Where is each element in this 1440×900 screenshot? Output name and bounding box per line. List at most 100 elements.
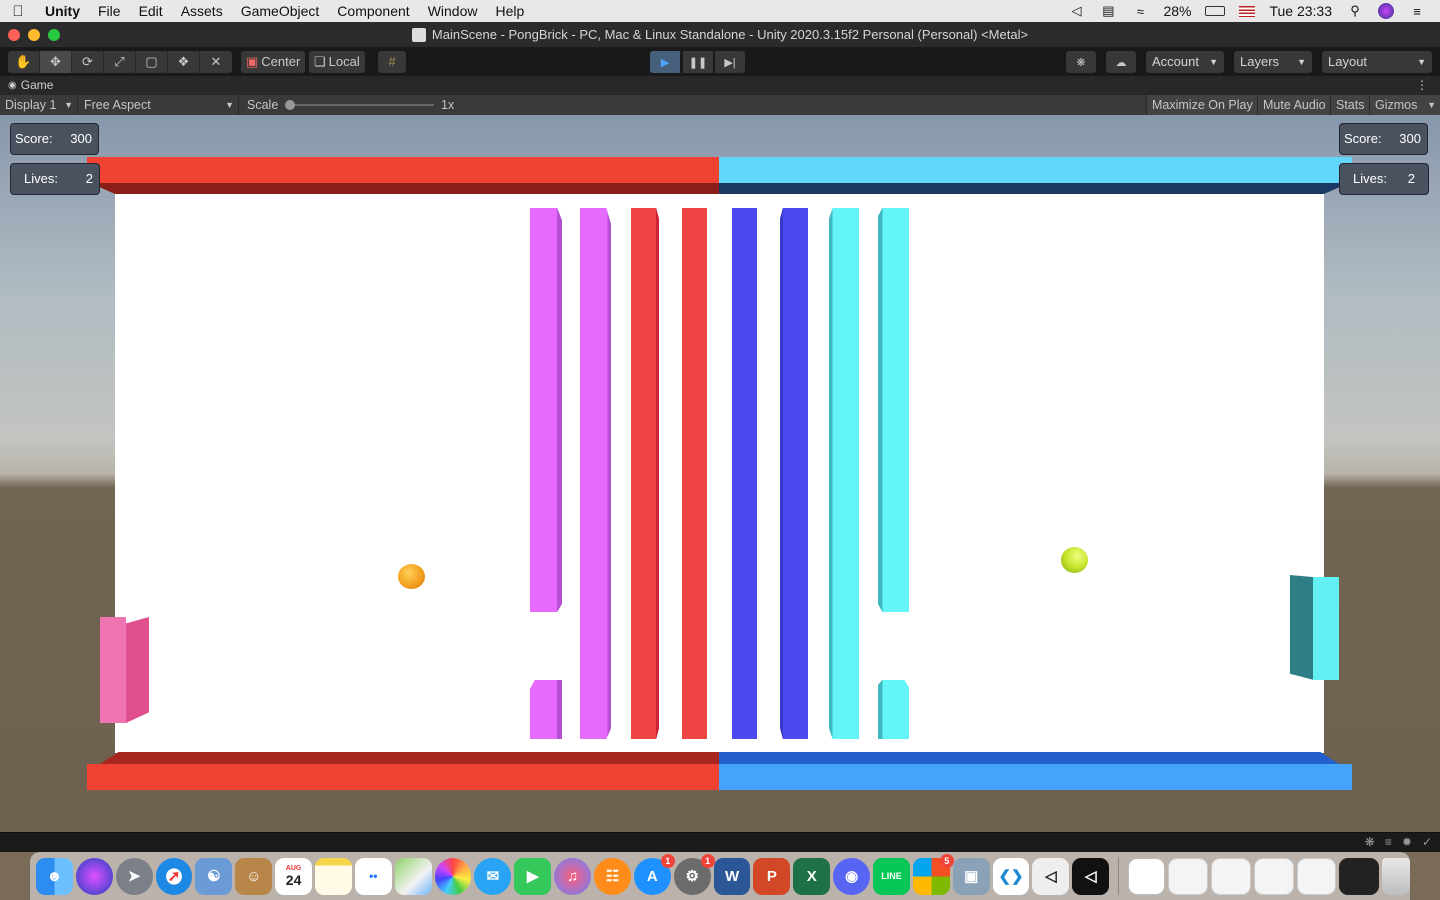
cloud-icon[interactable]: ☁ <box>1106 51 1136 73</box>
network-icon[interactable]: ✹ <box>1402 835 1412 849</box>
display-dropdown[interactable]: Display 1 ▼ <box>0 95 78 115</box>
debug-bug-icon[interactable]: ❋ <box>1365 835 1375 849</box>
account-dropdown[interactable]: Account ▼ <box>1146 51 1224 73</box>
facetime-icon[interactable]: ▶ <box>514 857 552 895</box>
contacts-icon[interactable]: ☺ <box>235 857 273 895</box>
scale-slider-track[interactable] <box>288 104 434 106</box>
ball-green <box>1061 547 1088 573</box>
menu-assets[interactable]: Assets <box>172 0 232 22</box>
gizmos-dropdown[interactable]: Gizmos ▼ <box>1369 95 1440 115</box>
wifi-icon[interactable]: ≈ <box>1131 4 1149 19</box>
photos-icon[interactable] <box>434 857 472 895</box>
tab-game-label: Game <box>20 78 54 92</box>
unity-editor-icon[interactable]: ◁ <box>1072 857 1110 895</box>
system-preferences-badge: 1 <box>700 853 715 868</box>
pivot-center-toggle[interactable]: ▣ Center <box>241 51 306 73</box>
vscode-icon[interactable]: ❮❯ <box>992 857 1030 895</box>
more-options-icon[interactable]: ⋮ <box>1416 76 1428 95</box>
custom-tool-icon[interactable]: ✕ <box>200 51 232 73</box>
music-icon[interactable]: ♫ <box>554 857 592 895</box>
layers-stack-icon[interactable]: ≡ <box>1385 835 1392 849</box>
minimized-terminal-icon[interactable] <box>1339 857 1380 895</box>
chevron-down-icon: ▼ <box>1427 100 1436 110</box>
maps-icon[interactable] <box>394 857 432 895</box>
scale-tool-icon[interactable]: ⤢ <box>104 51 136 73</box>
word-icon[interactable]: W <box>713 857 751 895</box>
pivot-center-icon: ▣ <box>246 54 259 69</box>
flag-us-icon[interactable] <box>1239 5 1256 17</box>
safari-icon[interactable]: ➚ <box>155 857 193 895</box>
memory-icon[interactable]: ▤ <box>1099 3 1117 18</box>
check-circle-icon[interactable]: ✓ <box>1422 835 1432 849</box>
collab-icon[interactable]: ❋ <box>1066 51 1096 73</box>
minimized-window-4-icon[interactable] <box>1296 857 1337 895</box>
finder-icon[interactable]: ☻ <box>36 857 73 895</box>
game-view[interactable]: Score: 300 Lives: 2 Score: 300 Lives: 2 <box>0 115 1440 832</box>
siri-icon[interactable] <box>1378 3 1394 19</box>
menu-edit[interactable]: Edit <box>130 0 172 22</box>
hand-tool-icon[interactable]: ✋ <box>8 51 40 73</box>
window-maximize-button[interactable] <box>48 29 60 41</box>
mute-audio-toggle[interactable]: Mute Audio <box>1257 95 1331 115</box>
scale-slider-thumb[interactable] <box>285 100 295 110</box>
trash-icon[interactable] <box>1382 857 1411 895</box>
unity-hub-icon[interactable]: ◁ <box>1032 857 1070 895</box>
brick-magenta-1-bottom <box>530 680 562 739</box>
minimized-window-3-icon[interactable] <box>1253 857 1294 895</box>
step-button[interactable]: ▶| <box>715 51 745 73</box>
books-icon[interactable]: ☷ <box>594 857 631 895</box>
rotate-tool-icon[interactable]: ⟳ <box>72 51 104 73</box>
document-stack-icon[interactable] <box>1128 857 1166 895</box>
stats-toggle[interactable]: Stats <box>1330 95 1370 115</box>
maximize-on-play-toggle[interactable]: Maximize On Play <box>1146 95 1258 115</box>
clock[interactable]: Tue 23:33 <box>1269 3 1332 19</box>
minimized-window-1-icon[interactable] <box>1168 857 1208 895</box>
aspect-dropdown[interactable]: Free Aspect ▼ <box>79 95 239 115</box>
system-preferences-icon[interactable]: ⚙ 1 <box>673 853 715 895</box>
line-icon[interactable]: LINE <box>873 857 910 895</box>
excel-icon[interactable]: X <box>793 857 831 895</box>
window-minimize-button[interactable] <box>28 29 40 41</box>
calendar-icon[interactable]: AUG 24 <box>275 857 313 895</box>
pause-button[interactable]: ❚❚ <box>683 51 713 73</box>
notes-icon[interactable] <box>315 857 352 895</box>
discord-icon[interactable]: ◉ <box>833 857 871 895</box>
reminders-icon[interactable]: •• <box>354 857 392 895</box>
minimized-window-2-icon[interactable] <box>1210 857 1251 895</box>
layers-dropdown[interactable]: Layers ▼ <box>1234 51 1312 73</box>
messages-icon[interactable]: ✉ <box>474 857 512 895</box>
tab-game[interactable]: ◉ Game <box>8 76 53 95</box>
menu-gameobject[interactable]: GameObject <box>232 0 329 22</box>
preview-icon[interactable]: ☯ <box>195 857 233 895</box>
rect-tool-icon[interactable]: ▢ <box>136 51 168 73</box>
unity-status-icon[interactable]: ◁ <box>1067 3 1085 18</box>
menu-file[interactable]: File <box>89 0 130 22</box>
launchpad-icon[interactable]: ➤ <box>115 857 153 895</box>
notification-center-icon[interactable]: ≡ <box>1408 4 1426 19</box>
powerpoint-icon[interactable]: P <box>753 857 791 895</box>
menu-component[interactable]: Component <box>328 0 418 22</box>
transform-tool-icon[interactable]: ❖ <box>168 51 200 73</box>
left-score-label: Score: <box>15 131 53 146</box>
menu-help[interactable]: Help <box>486 0 533 22</box>
move-tool-icon[interactable]: ✥ <box>40 51 72 73</box>
bottom-wall-red-top <box>100 752 719 764</box>
display-label: Display 1 <box>5 98 57 112</box>
battery-icon[interactable] <box>1205 6 1226 16</box>
play-button[interactable]: ▶ <box>650 51 680 73</box>
microsoft-apps-icon[interactable]: 5 <box>912 853 954 895</box>
spotlight-search-icon[interactable]: ⚲ <box>1346 3 1364 18</box>
menu-window[interactable]: Window <box>419 0 487 22</box>
apple-menu-icon[interactable]:  <box>0 3 36 20</box>
unity-status-bar: ❋ ≡ ✹ ✓ <box>0 832 1440 852</box>
grid-snap-button[interactable]: # <box>378 51 406 73</box>
pivot-local-toggle[interactable]: ❏ Local <box>309 51 365 73</box>
app-store-icon[interactable]: A 1 <box>633 853 675 895</box>
brick-blue-1 <box>732 208 757 739</box>
menu-app-unity[interactable]: Unity <box>36 0 89 22</box>
window-close-button[interactable] <box>8 29 20 41</box>
image-capture-icon[interactable]: ▣ <box>952 857 990 895</box>
chevron-down-icon: ▼ <box>225 100 234 110</box>
siri-icon[interactable] <box>75 857 113 895</box>
layout-dropdown[interactable]: Layout ▼ <box>1322 51 1432 73</box>
